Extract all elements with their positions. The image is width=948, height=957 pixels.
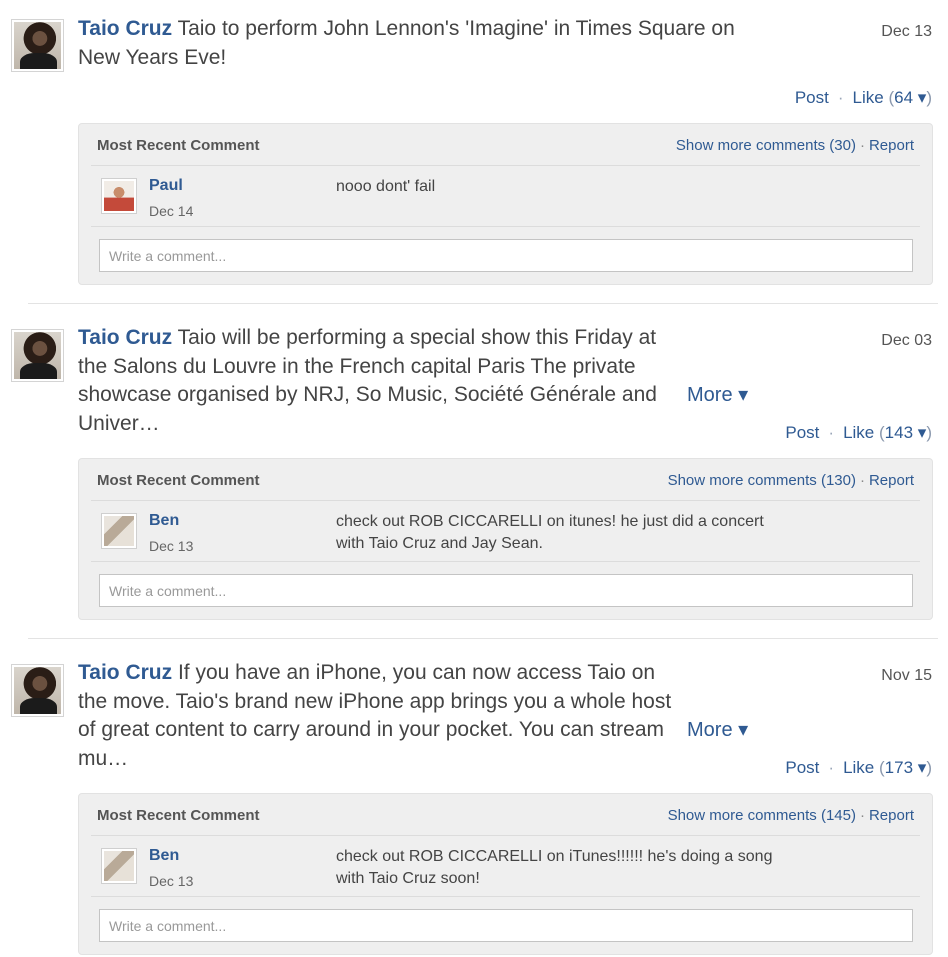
show-more-comments-link[interactable]: Show more comments (30): [676, 137, 856, 154]
commenter-avatar[interactable]: [101, 848, 137, 884]
like-count[interactable]: 143: [885, 423, 913, 442]
report-link[interactable]: Report: [869, 137, 914, 154]
divider: [91, 561, 920, 562]
post-divider: [28, 638, 938, 639]
post-text: Taio Cruz Taio to perform John Lennon's …: [78, 15, 758, 72]
post-comment-button[interactable]: Post: [785, 423, 819, 442]
post-actions: Post · Like (143 ▾): [785, 423, 932, 443]
write-comment-input[interactable]: [99, 239, 913, 272]
comment-links: Show more comments (145) · Report: [668, 807, 914, 824]
show-more-comments-link[interactable]: Show more comments (130): [668, 472, 856, 489]
post-divider: [28, 303, 938, 304]
comment-text: check out ROB CICCARELLI on itunes! he j…: [336, 513, 764, 552]
separator-dot: ·: [859, 472, 865, 489]
paren-close: ): [926, 423, 932, 442]
comment-date: Dec 13: [149, 873, 194, 889]
comment-text: nooo dont' fail: [336, 178, 436, 195]
post-comment-button[interactable]: Post: [795, 88, 829, 107]
post-date: Dec 03: [881, 332, 932, 349]
divider: [91, 835, 920, 836]
show-more-comments-link[interactable]: Show more comments (145): [668, 807, 856, 824]
post-actions: Post · Like (64 ▾): [795, 88, 932, 108]
divider: [91, 165, 920, 166]
comment-date: Dec 14: [149, 203, 194, 219]
avatar-image: [14, 667, 61, 714]
paren-close: ): [926, 88, 932, 107]
like-count[interactable]: 173: [885, 758, 913, 777]
divider: [91, 896, 920, 897]
comment-date: Dec 13: [149, 538, 194, 554]
most-recent-comment-heading: Most Recent Comment: [97, 137, 260, 154]
separator-dot: ·: [837, 88, 844, 107]
report-link[interactable]: Report: [869, 472, 914, 489]
comment-box: Most Recent Comment Show more comments (…: [78, 793, 933, 955]
author-avatar[interactable]: [11, 329, 64, 382]
news-feed: Taio Cruz Taio to perform John Lennon's …: [0, 0, 948, 957]
post-body: Taio to perform John Lennon's 'Imagine' …: [78, 17, 735, 69]
post-date: Nov 15: [881, 667, 932, 684]
commenter-name-link[interactable]: Paul: [149, 177, 183, 195]
commenter-name-link[interactable]: Ben: [149, 512, 179, 530]
post-text: Taio Cruz Taio will be performing a spec…: [78, 324, 688, 438]
author-avatar[interactable]: [11, 664, 64, 717]
report-link[interactable]: Report: [869, 807, 914, 824]
avatar-image: [14, 22, 61, 69]
divider: [91, 226, 920, 227]
separator-dot: ·: [859, 137, 865, 154]
comment-box: Most Recent Comment Show more comments (…: [78, 458, 933, 620]
post-comment-button[interactable]: Post: [785, 758, 819, 777]
commenter-avatar-image: [104, 516, 134, 546]
most-recent-comment-heading: Most Recent Comment: [97, 807, 260, 824]
separator-dot: ·: [859, 807, 865, 824]
post-text: Taio Cruz If you have an iPhone, you can…: [78, 659, 688, 773]
paren-close: ): [926, 758, 932, 777]
post-author-link[interactable]: Taio Cruz: [78, 326, 172, 349]
commenter-avatar-image: [104, 851, 134, 881]
like-button[interactable]: Like: [853, 88, 884, 107]
write-comment-input[interactable]: [99, 909, 913, 942]
commenter-name-link[interactable]: Ben: [149, 847, 179, 865]
comment-links: Show more comments (30) · Report: [676, 137, 914, 154]
author-avatar[interactable]: [11, 19, 64, 72]
like-button[interactable]: Like: [843, 423, 874, 442]
write-comment-input[interactable]: [99, 574, 913, 607]
divider: [91, 500, 920, 501]
post-author-link[interactable]: Taio Cruz: [78, 661, 172, 684]
like-count[interactable]: 64: [894, 88, 913, 107]
like-button[interactable]: Like: [843, 758, 874, 777]
post-actions: Post · Like (173 ▾): [785, 758, 932, 778]
comment-box: Most Recent Comment Show more comments (…: [78, 123, 933, 285]
post-date: Dec 13: [881, 23, 932, 40]
separator-dot: ·: [828, 758, 835, 777]
commenter-avatar-image: [104, 181, 134, 211]
comment-text: check out ROB CICCARELLI on iTunes!!!!!!…: [336, 848, 773, 887]
comment-links: Show more comments (130) · Report: [668, 472, 914, 489]
more-link[interactable]: More ▾: [687, 382, 748, 407]
post-author-link[interactable]: Taio Cruz: [78, 17, 172, 40]
commenter-avatar[interactable]: [101, 513, 137, 549]
most-recent-comment-heading: Most Recent Comment: [97, 472, 260, 489]
separator-dot: ·: [828, 423, 835, 442]
avatar-image: [14, 332, 61, 379]
more-link[interactable]: More ▾: [687, 717, 748, 742]
commenter-avatar[interactable]: [101, 178, 137, 214]
